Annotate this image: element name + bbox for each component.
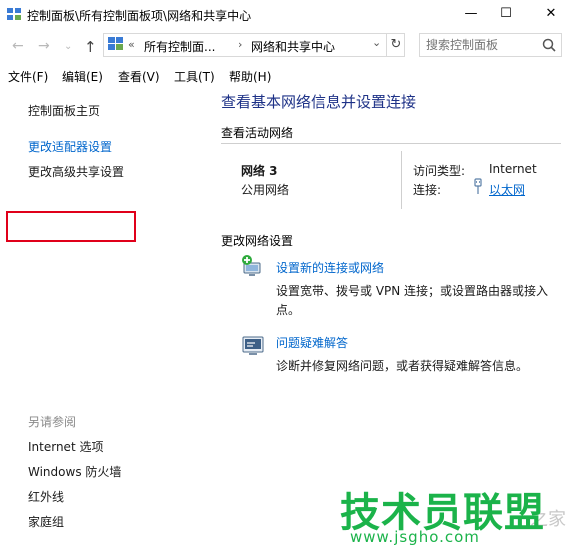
menu-help[interactable]: 帮助(H) [229,68,271,85]
access-type-label: 访问类型: [413,164,466,178]
up-arrow-icon[interactable]: ↑ [84,38,97,56]
see-also-infrared-link[interactable]: 红外线 [28,488,64,505]
maximize-button[interactable]: ☐ [486,0,526,26]
highlight-box [6,211,136,242]
close-button[interactable]: ✕ [531,0,571,26]
search-icon[interactable] [541,37,557,53]
network-type: 公用网络 [241,183,290,197]
ethernet-connection-link[interactable]: 以太网 [489,181,525,198]
back-arrow-icon[interactable]: ← [12,38,24,54]
menu-tools[interactable]: 工具(T) [174,68,215,85]
page-heading: 查看基本网络信息并设置连接 [221,93,417,111]
address-overflow-icon[interactable]: « [128,38,135,51]
control-panel-home-link[interactable]: 控制面板主页 [28,102,100,119]
vertical-divider [401,151,402,209]
setup-description-line1: 设置宽带、拨号或 VPN 连接；或设置路由器或接入 [276,284,549,298]
breadcrumb-separator-icon: › [238,38,243,51]
forward-arrow-icon[interactable]: → [38,38,50,54]
address-bar[interactable]: « 所有控制面... › 网络和共享中心 ⌄ ↻ [103,33,405,57]
breadcrumb-all-items[interactable]: 所有控制面... [144,38,215,55]
address-dropdown-icon[interactable]: ⌄ [372,36,386,49]
troubleshoot-icon [242,336,264,355]
new-connection-icon [242,255,261,276]
title-bar: 控制面板\所有控制面板项\网络和共享中心 — ☐ ✕ [0,0,571,28]
watermark-url: www.jsgho.com [350,528,480,546]
menu-file[interactable]: 文件(F) [8,68,48,85]
breadcrumb-network-center[interactable]: 网络和共享中心 [251,38,335,55]
window-title: 控制面板\所有控制面板项\网络和共享中心 [27,9,252,23]
menu-bar: 文件(F) 编辑(E) 查看(V) 工具(T) 帮助(H) [0,64,571,86]
troubleshoot-description: 诊断并修复网络问题，或者获得疑难解答信息。 [276,359,529,373]
control-panel-small-icon [108,37,123,50]
search-input[interactable] [424,36,538,54]
active-networks-heading: 查看活动网络 [221,126,294,140]
search-box[interactable] [419,33,562,57]
see-also-homegroup-link[interactable]: 家庭组 [28,513,64,530]
see-also-internet-options-link[interactable]: Internet 选项 [28,438,103,455]
change-advanced-sharing-link[interactable]: 更改高级共享设置 [28,163,124,180]
left-navigation-pane: 控制面板主页 更改适配器设置 更改高级共享设置 另请参阅 Internet 选项… [0,86,210,552]
access-type-value: Internet [489,162,537,176]
minimize-button[interactable]: — [451,0,491,26]
troubleshoot-problems-link[interactable]: 问题疑难解答 [276,334,348,351]
see-also-heading: 另请参阅 [28,415,77,429]
section-divider [221,143,561,144]
change-network-settings-heading: 更改网络设置 [221,234,294,248]
network-name: 网络 3 [241,164,278,178]
setup-description-line2: 点。 [276,303,301,317]
refresh-icon[interactable]: ↻ [386,34,405,56]
connection-label: 连接: [413,183,442,197]
recent-locations-icon[interactable]: ⌄ [64,41,72,52]
ethernet-icon [474,178,482,194]
change-adapter-settings-link[interactable]: 更改适配器设置 [28,138,112,155]
setup-new-connection-link[interactable]: 设置新的连接或网络 [276,259,384,276]
menu-edit[interactable]: 编辑(E) [62,68,103,85]
see-also-windows-firewall-link[interactable]: Windows 防火墙 [28,463,121,480]
control-panel-icon [7,8,21,20]
menu-view[interactable]: 查看(V) [118,68,160,85]
